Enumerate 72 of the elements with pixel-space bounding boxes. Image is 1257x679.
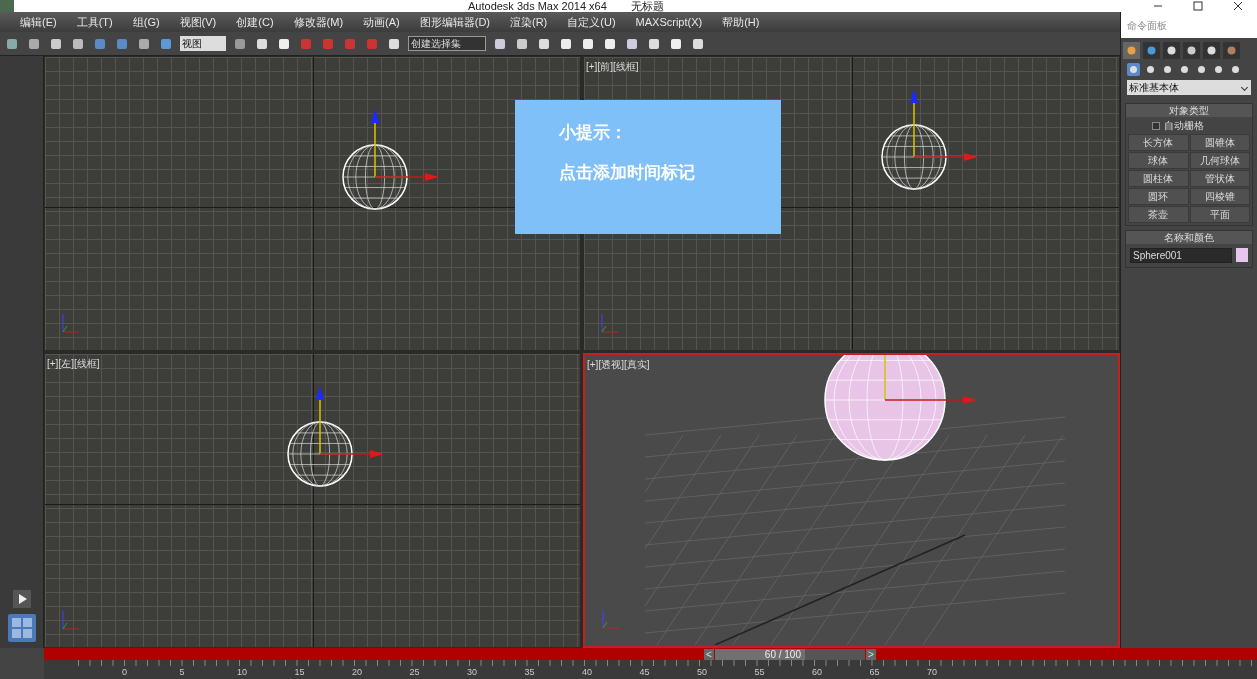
viewport-label[interactable]: [+][左][线框] bbox=[47, 356, 100, 371]
panel-title: 命令面板 bbox=[1121, 12, 1257, 38]
menu-item[interactable]: 组(G) bbox=[132, 13, 160, 31]
primitive-button[interactable]: 圆锥体 bbox=[1189, 134, 1250, 151]
prev-frame-button[interactable]: < bbox=[704, 648, 714, 660]
viewport[interactable]: [+][左][线框] bbox=[44, 353, 581, 648]
panel-tab-icon[interactable] bbox=[1163, 42, 1180, 59]
color-swatch[interactable] bbox=[1236, 248, 1248, 262]
viewport-label[interactable]: [+][前][线框] bbox=[586, 59, 639, 74]
primitive-button[interactable]: 四棱锥 bbox=[1189, 188, 1250, 205]
frame-tick-label: 10 bbox=[237, 666, 248, 678]
primitive-button[interactable]: 球体 bbox=[1128, 152, 1189, 169]
document-title: 无标题 bbox=[630, 0, 664, 14]
panel-tab-icon[interactable] bbox=[1203, 42, 1220, 59]
frame-tick-label: 40 bbox=[582, 666, 593, 678]
menu-item[interactable]: 渲染(R) bbox=[510, 13, 548, 31]
menu-item[interactable]: 帮助(H) bbox=[722, 13, 760, 31]
frame-tick-label: 45 bbox=[639, 666, 651, 678]
menu-item[interactable]: 自定义(U) bbox=[567, 13, 616, 31]
primitive-button[interactable]: 长方体 bbox=[1128, 134, 1189, 151]
close-icon[interactable] bbox=[1233, 1, 1243, 11]
frame-tick-label: 50 bbox=[697, 666, 708, 678]
frame-tick-label: 20 bbox=[352, 666, 363, 678]
primitive-button[interactable]: 管状体 bbox=[1189, 170, 1250, 187]
maximize-icon[interactable] bbox=[1193, 1, 1203, 11]
frame-tick-label: 15 bbox=[294, 666, 306, 678]
rollout-title[interactable]: 对象类型 bbox=[1126, 104, 1252, 117]
category-icon[interactable] bbox=[1229, 63, 1242, 76]
category-icon[interactable] bbox=[1127, 63, 1140, 76]
menu-item[interactable]: 动画(A) bbox=[363, 13, 400, 31]
coordinate-dropdown[interactable]: 视图 bbox=[180, 36, 226, 51]
viewport-label[interactable]: [+][透视][真实] bbox=[587, 357, 650, 372]
category-icon[interactable] bbox=[1161, 63, 1174, 76]
menu-item[interactable]: 编辑(E) bbox=[20, 13, 57, 31]
window-title: Autodesk 3ds Max 2014 x64 bbox=[468, 0, 607, 14]
panel-tab-icon[interactable] bbox=[1183, 42, 1200, 59]
category-icon[interactable] bbox=[1195, 63, 1208, 76]
primitive-dropdown[interactable]: 标准基本体 bbox=[1127, 80, 1251, 95]
primitive-button[interactable]: 圆环 bbox=[1128, 188, 1189, 205]
frame-tick-label: 70 bbox=[927, 666, 938, 678]
category-icon[interactable] bbox=[1212, 63, 1225, 76]
menu-item[interactable]: MAXScript(X) bbox=[635, 13, 703, 31]
next-frame-button[interactable]: > bbox=[866, 648, 876, 660]
autogrid-checkbox[interactable] bbox=[1152, 121, 1160, 130]
frame-tick-label: 60 bbox=[812, 666, 823, 678]
frame-tick-label: 65 bbox=[869, 666, 881, 678]
frame-tick-label: 30 bbox=[467, 666, 478, 678]
primitive-button[interactable]: 茶壶 bbox=[1128, 206, 1189, 223]
checkbox-label: 自动栅格 bbox=[1164, 119, 1204, 133]
primitive-button[interactable]: 平面 bbox=[1189, 206, 1250, 223]
menu-item[interactable]: 图形编辑器(D) bbox=[419, 13, 490, 31]
play-icon[interactable] bbox=[12, 590, 31, 608]
category-icon[interactable] bbox=[1144, 63, 1157, 76]
time-slider-thumb[interactable]: 60 / 100 bbox=[715, 648, 805, 660]
frame-tick-label: 35 bbox=[524, 666, 536, 678]
menu-item[interactable]: 修改器(M) bbox=[293, 13, 344, 31]
panel-tab-icon[interactable] bbox=[1143, 42, 1160, 59]
menu-item[interactable]: 视图(V) bbox=[179, 13, 217, 31]
frame-tick-label: 55 bbox=[754, 666, 766, 678]
frame-tick-label: 5 bbox=[179, 666, 186, 678]
primitive-button[interactable]: 圆柱体 bbox=[1128, 170, 1189, 187]
viewport[interactable]: [+][透视][真实] bbox=[583, 353, 1120, 648]
menu-item[interactable]: 工具(T) bbox=[76, 13, 113, 31]
viewport-layout-icon[interactable] bbox=[7, 614, 36, 642]
primitive-button[interactable]: 几何球体 bbox=[1189, 152, 1250, 169]
rollout-title[interactable]: 名称和颜色 bbox=[1126, 231, 1252, 244]
object-name-field[interactable]: Sphere001 bbox=[1130, 248, 1232, 263]
frame-tick-label: 25 bbox=[409, 666, 421, 678]
selection-set-dropdown[interactable]: 创建选择集 bbox=[408, 36, 486, 51]
category-icon[interactable] bbox=[1178, 63, 1191, 76]
menu-item[interactable]: 创建(C) bbox=[236, 13, 274, 31]
frame-tick-label: 0 bbox=[122, 666, 128, 678]
